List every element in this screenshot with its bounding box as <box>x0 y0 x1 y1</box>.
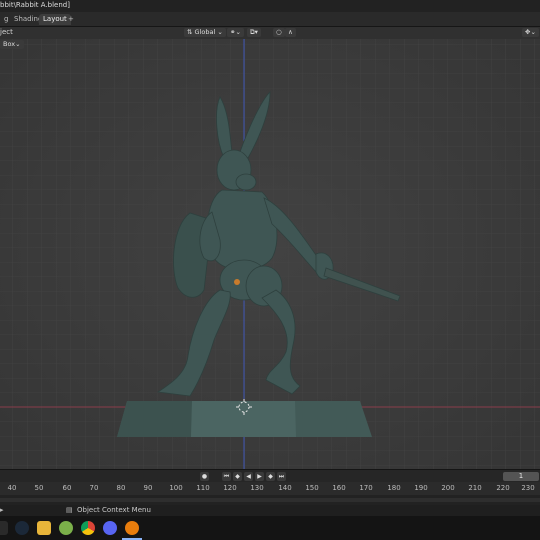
orientation-label: Global <box>194 28 216 36</box>
prev-keyframe-icon[interactable]: ◆ <box>233 472 242 481</box>
overlay-chevron-icon: ⌄ <box>530 28 536 36</box>
play-reverse-icon[interactable]: ◀ <box>244 472 253 481</box>
next-keyframe-icon[interactable]: ◆ <box>266 472 275 481</box>
context-menu-hint: Object Context Menu <box>77 506 151 514</box>
steam-icon[interactable] <box>15 521 29 535</box>
blender-icon[interactable] <box>125 521 139 535</box>
proportional-editing-toggle[interactable]: ○ <box>273 28 285 37</box>
search-icon[interactable] <box>0 521 8 535</box>
context-menu-icon: ▤ <box>66 506 73 514</box>
ruler-tick: 180 <box>387 484 401 492</box>
ruler-tick: 150 <box>305 484 319 492</box>
viewport-subheader: Box⌄ <box>0 39 540 50</box>
ruler-tick: 60 <box>62 484 72 492</box>
discord-icon[interactable] <box>103 521 117 535</box>
ruler-tick: 90 <box>143 484 153 492</box>
overlay-toggle[interactable]: ✥⌄ <box>522 28 539 37</box>
workspace-tab-bar: g Shading Layout + <box>0 12 540 27</box>
ruler-tick: 190 <box>414 484 428 492</box>
viewport-canvas[interactable] <box>0 27 540 469</box>
record-keyframe-icon[interactable]: ● <box>200 472 209 481</box>
ruler-tick: 130 <box>250 484 264 492</box>
mode-selector[interactable]: ject <box>0 28 13 36</box>
ruler-tick: 140 <box>278 484 292 492</box>
view-chevron-icon: ⌄ <box>15 40 21 48</box>
status-bar: ▸ ▤ Object Context Menu <box>0 505 540 516</box>
ruler-tick: 160 <box>332 484 346 492</box>
snap-dropdown: ▾ <box>254 28 258 36</box>
chrome-icon[interactable] <box>81 521 95 535</box>
ruler-tick: 80 <box>116 484 126 492</box>
ruler-tick: 120 <box>223 484 237 492</box>
jump-start-icon[interactable]: ⏮ <box>222 472 231 481</box>
frame-ruler[interactable]: 40 50 60 70 80 90 100 110 120 130 140 15… <box>0 482 540 495</box>
chevron-down-icon: ⌄ <box>215 28 223 36</box>
add-workspace-button[interactable]: + <box>64 14 78 25</box>
view-options-label: Box <box>3 40 16 48</box>
ruler-tick: 170 <box>359 484 373 492</box>
app-icon[interactable] <box>59 521 73 535</box>
3d-viewport[interactable]: ject ⇅ Global ⌄ ⚭⌄ ⧉▾ ○ ∧ ✥⌄ Box⌄ <box>0 27 540 469</box>
ruler-tick: 40 <box>7 484 17 492</box>
falloff-dropdown[interactable]: ∧ <box>285 28 296 37</box>
os-taskbar <box>0 516 540 540</box>
snap-toggle[interactable]: ⧉▾ <box>247 28 261 37</box>
ruler-tick: 50 <box>34 484 44 492</box>
ruler-tick: 230 <box>521 484 535 492</box>
mouse-icon: ▸ <box>0 506 4 514</box>
viewport-header: ject ⇅ Global ⌄ ⚭⌄ ⧉▾ ○ ∧ ✥⌄ <box>0 27 540 39</box>
ruler-tick: 220 <box>496 484 510 492</box>
falloff-icon: ∧ <box>288 28 293 36</box>
ruler-tick: 70 <box>89 484 99 492</box>
ruler-tick: 100 <box>169 484 183 492</box>
circle-icon: ○ <box>276 28 282 36</box>
view-options-dropdown[interactable]: Box⌄ <box>0 40 24 49</box>
transform-orientation-dropdown[interactable]: ⇅ Global ⌄ <box>184 28 226 37</box>
pivot-chevron-down-icon: ⌄ <box>235 28 241 36</box>
timeline-track-area[interactable] <box>0 495 540 505</box>
play-icon[interactable]: ▶ <box>255 472 264 481</box>
timeline-controls: ● ⏮ ◆ ◀ ▶ ◆ ⏭ 1 <box>0 469 540 483</box>
jump-end-icon[interactable]: ⏭ <box>277 472 286 481</box>
timeline-scrollbar[interactable] <box>0 498 540 502</box>
ruler-tick: 110 <box>196 484 210 492</box>
file-explorer-icon[interactable] <box>37 521 51 535</box>
window-title-bar: bbit\Rabbit A.blend] <box>0 0 540 12</box>
current-frame-field[interactable]: 1 <box>503 472 539 481</box>
window-title: bbit\Rabbit A.blend] <box>0 1 70 9</box>
pivot-point-dropdown[interactable]: ⚭⌄ <box>227 28 244 37</box>
ruler-tick: 210 <box>468 484 482 492</box>
orientation-icon: ⇅ <box>187 28 195 36</box>
ruler-tick: 200 <box>441 484 455 492</box>
base-plate <box>117 401 372 437</box>
